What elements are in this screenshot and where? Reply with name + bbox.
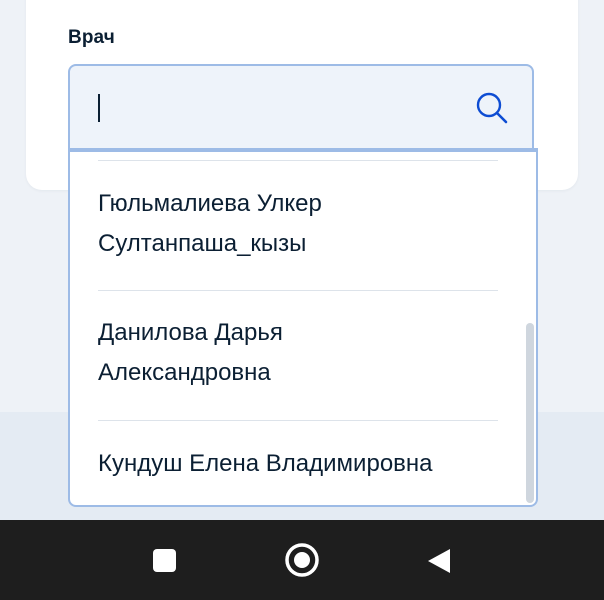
doctor-option-danilova[interactable]: Данилова Дарья Александровна (98, 313, 500, 393)
list-divider (98, 420, 498, 421)
option-line: Кундуш Елена Владимировна (98, 450, 433, 477)
dropdown-scrollbar[interactable] (526, 323, 534, 503)
option-line: Александровна (98, 359, 271, 386)
doctor-dropdown-list: Гюльмалиева Улкер Султанпаша_кызы Данило… (68, 148, 538, 507)
option-line: Гюльмалиева Улкер (98, 190, 322, 217)
doctor-search-box[interactable] (68, 64, 534, 148)
search-icon[interactable] (474, 90, 510, 126)
doctor-option-gyulmalieva[interactable]: Гюльмалиева Улкер Султанпаша_кызы (98, 184, 500, 264)
list-divider (98, 290, 498, 291)
android-nav-bar (0, 520, 604, 600)
dropdown-top-border (70, 150, 536, 152)
option-line: Султанпаша_кызы (98, 230, 307, 257)
option-line: Данилова Дарья (98, 319, 283, 346)
square-icon[interactable] (153, 549, 176, 572)
back-triangle-icon[interactable] (426, 547, 452, 575)
text-caret (98, 94, 100, 122)
doctor-field-label: Врач (68, 27, 115, 48)
doctor-search-input[interactable] (104, 84, 468, 130)
doctor-option-kundush[interactable]: Кундуш Елена Владимировна (98, 444, 500, 484)
circle-icon[interactable] (284, 542, 320, 578)
list-divider (98, 160, 498, 161)
